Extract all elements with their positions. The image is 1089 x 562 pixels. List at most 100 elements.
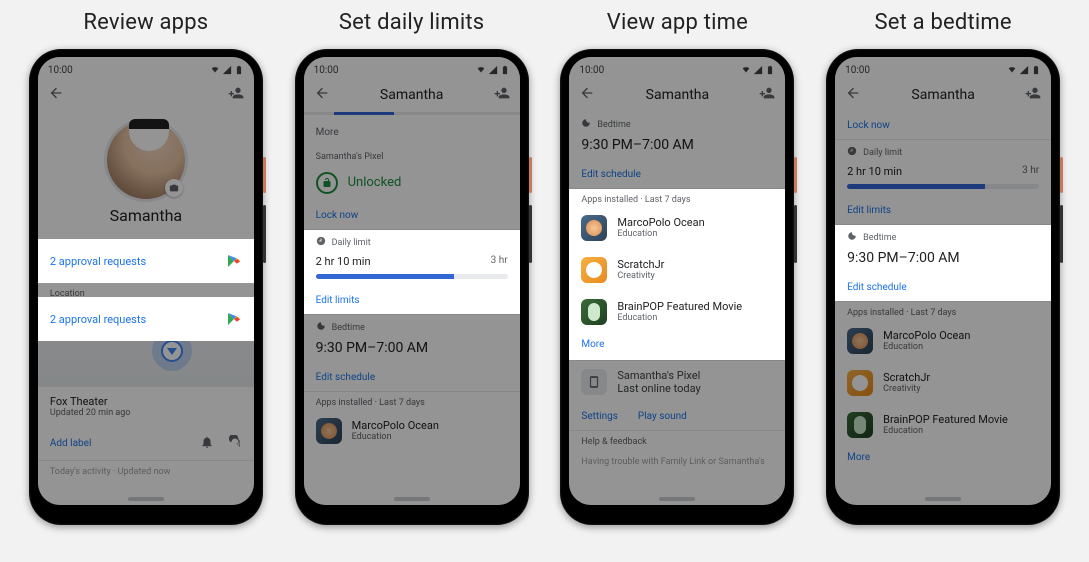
app-icon xyxy=(581,299,607,325)
daily-limit-label: Daily limit xyxy=(332,238,371,248)
wifi-icon xyxy=(1007,65,1017,75)
app-row[interactable]: BrainPOP Featured MovieEducation xyxy=(835,404,1051,446)
approval-requests-card[interactable]: 2 approval requests xyxy=(38,239,254,283)
app-row[interactable]: MarcoPolo Ocean Education xyxy=(304,410,520,452)
status-bar: 10:00 xyxy=(835,57,1051,79)
daily-limit-card: Daily limit 2 hr 10 min 3 hr Edit limits xyxy=(304,230,520,314)
signal-icon xyxy=(1019,65,1029,75)
power-button xyxy=(263,157,266,193)
bell-icon[interactable] xyxy=(200,435,214,452)
apps-section-label: Apps installed · Last 7 days xyxy=(569,189,785,207)
clock-icon xyxy=(847,146,857,159)
battery-icon xyxy=(500,65,510,75)
more-link[interactable]: More xyxy=(835,446,1051,473)
home-indicator[interactable] xyxy=(659,497,695,501)
status-bar: 10:00 xyxy=(38,57,254,79)
child-name: Samantha xyxy=(38,206,254,225)
phone-icon xyxy=(581,369,607,395)
app-icon xyxy=(316,418,342,444)
device-frame: 10:00 Saman xyxy=(29,49,263,525)
apps-section-label: Apps installed · Last 7 days xyxy=(835,302,1051,320)
page-title: Samantha xyxy=(869,87,1017,103)
signal-icon xyxy=(222,65,232,75)
back-icon[interactable] xyxy=(845,85,861,104)
bedtime-time: 9:30 PM–7:00 AM xyxy=(835,246,1051,274)
activity-footer: Today's activity · Updated now xyxy=(38,461,254,479)
back-icon[interactable] xyxy=(579,85,595,104)
screen: 10:00 Samantha Lock now Daily limit 2 hr… xyxy=(835,57,1051,505)
back-icon[interactable] xyxy=(314,85,330,104)
tab-indicator[interactable] xyxy=(304,112,520,115)
location-item[interactable]: Fox Theater Updated 20 min ago xyxy=(38,387,254,427)
play-store-icon xyxy=(226,253,242,269)
column-title: Review apps xyxy=(83,10,208,35)
location-actions: Add label xyxy=(38,427,254,460)
refresh-icon[interactable] xyxy=(228,435,242,452)
approval-requests-card-hl[interactable]: 2 approval requests xyxy=(38,297,254,341)
more-link[interactable]: More xyxy=(304,119,520,146)
status-icons xyxy=(210,65,244,75)
approval-text: 2 approval requests xyxy=(50,255,146,268)
app-icon xyxy=(847,328,873,354)
clock: 10:00 xyxy=(579,65,604,76)
app-row[interactable]: MarcoPolo OceanEducation xyxy=(835,320,1051,362)
home-indicator[interactable] xyxy=(925,497,961,501)
app-row[interactable]: MarcoPolo OceanEducation xyxy=(569,207,785,249)
daily-limit-max: 3 hr xyxy=(491,255,508,268)
unlocked-text: Unlocked xyxy=(348,175,402,191)
more-apps-link[interactable]: More xyxy=(569,333,785,360)
edit-schedule-link[interactable]: Edit schedule xyxy=(304,364,520,391)
help-row[interactable]: Having trouble with Family Link or Saman… xyxy=(569,449,785,476)
wifi-icon xyxy=(210,65,220,75)
app-row[interactable]: BrainPOP Featured MovieEducation xyxy=(569,291,785,333)
apps-installed-card: Apps installed · Last 7 days MarcoPolo O… xyxy=(569,189,785,360)
back-icon[interactable] xyxy=(48,85,64,104)
lock-now-link[interactable]: Lock now xyxy=(835,112,1051,139)
play-sound-link[interactable]: Play sound xyxy=(638,411,687,422)
add-person-icon[interactable] xyxy=(494,85,510,104)
screen: 10:00 Saman xyxy=(38,57,254,505)
bedtime-label: Bedtime xyxy=(597,120,630,130)
column-title: Set daily limits xyxy=(339,10,484,35)
moon-icon xyxy=(581,118,591,131)
signal-icon xyxy=(753,65,763,75)
edit-schedule-link[interactable]: Edit schedule xyxy=(835,274,1051,301)
add-person-icon[interactable] xyxy=(1025,85,1041,104)
battery-icon xyxy=(765,65,775,75)
app-row[interactable]: ScratchJrCreativity xyxy=(835,362,1051,404)
child-avatar[interactable] xyxy=(104,118,188,202)
add-label-link[interactable]: Add label xyxy=(50,438,92,449)
add-person-icon[interactable] xyxy=(228,85,244,104)
bedtime-time: 9:30 PM–7:00 AM xyxy=(304,336,520,364)
app-bar: Samantha xyxy=(569,79,785,112)
add-person-icon[interactable] xyxy=(759,85,775,104)
app-row[interactable]: ScratchJrCreativity xyxy=(569,249,785,291)
column-set-bedtime: Set a bedtime 10:00 Samantha Lock now Da… xyxy=(821,10,1065,525)
clock: 10:00 xyxy=(314,65,339,76)
bedtime-card: Bedtime 9:30 PM–7:00 AM Edit schedule xyxy=(835,225,1051,301)
wifi-icon xyxy=(741,65,751,75)
column-daily-limits: Set daily limits 10:00 Samantha More Sam… xyxy=(290,10,534,525)
play-store-icon xyxy=(226,311,242,327)
daily-limit-label: Daily limit xyxy=(863,148,902,158)
edit-limits-link[interactable]: Edit limits xyxy=(835,197,1051,224)
lock-now-link[interactable]: Lock now xyxy=(304,202,520,229)
home-indicator[interactable] xyxy=(128,497,164,501)
app-icon xyxy=(847,412,873,438)
edit-limits-link[interactable]: Edit limits xyxy=(304,287,520,314)
phone-grid: Review apps 10:00 xyxy=(0,0,1089,545)
app-bar: Samantha xyxy=(835,79,1051,112)
column-review-apps: Review apps 10:00 xyxy=(24,10,268,525)
page-title: Samantha xyxy=(603,87,751,103)
help-label: Help & feedback xyxy=(569,431,785,449)
settings-link[interactable]: Settings xyxy=(581,411,618,422)
volume-button xyxy=(263,205,266,263)
battery-icon xyxy=(1031,65,1041,75)
app-icon xyxy=(581,257,607,283)
device-row[interactable]: Samantha's PixelLast online today xyxy=(569,361,785,403)
edit-schedule-link[interactable]: Edit schedule xyxy=(569,161,785,188)
home-indicator[interactable] xyxy=(394,497,430,501)
app-icon xyxy=(581,215,607,241)
camera-icon[interactable] xyxy=(165,179,183,197)
clock: 10:00 xyxy=(48,65,73,76)
